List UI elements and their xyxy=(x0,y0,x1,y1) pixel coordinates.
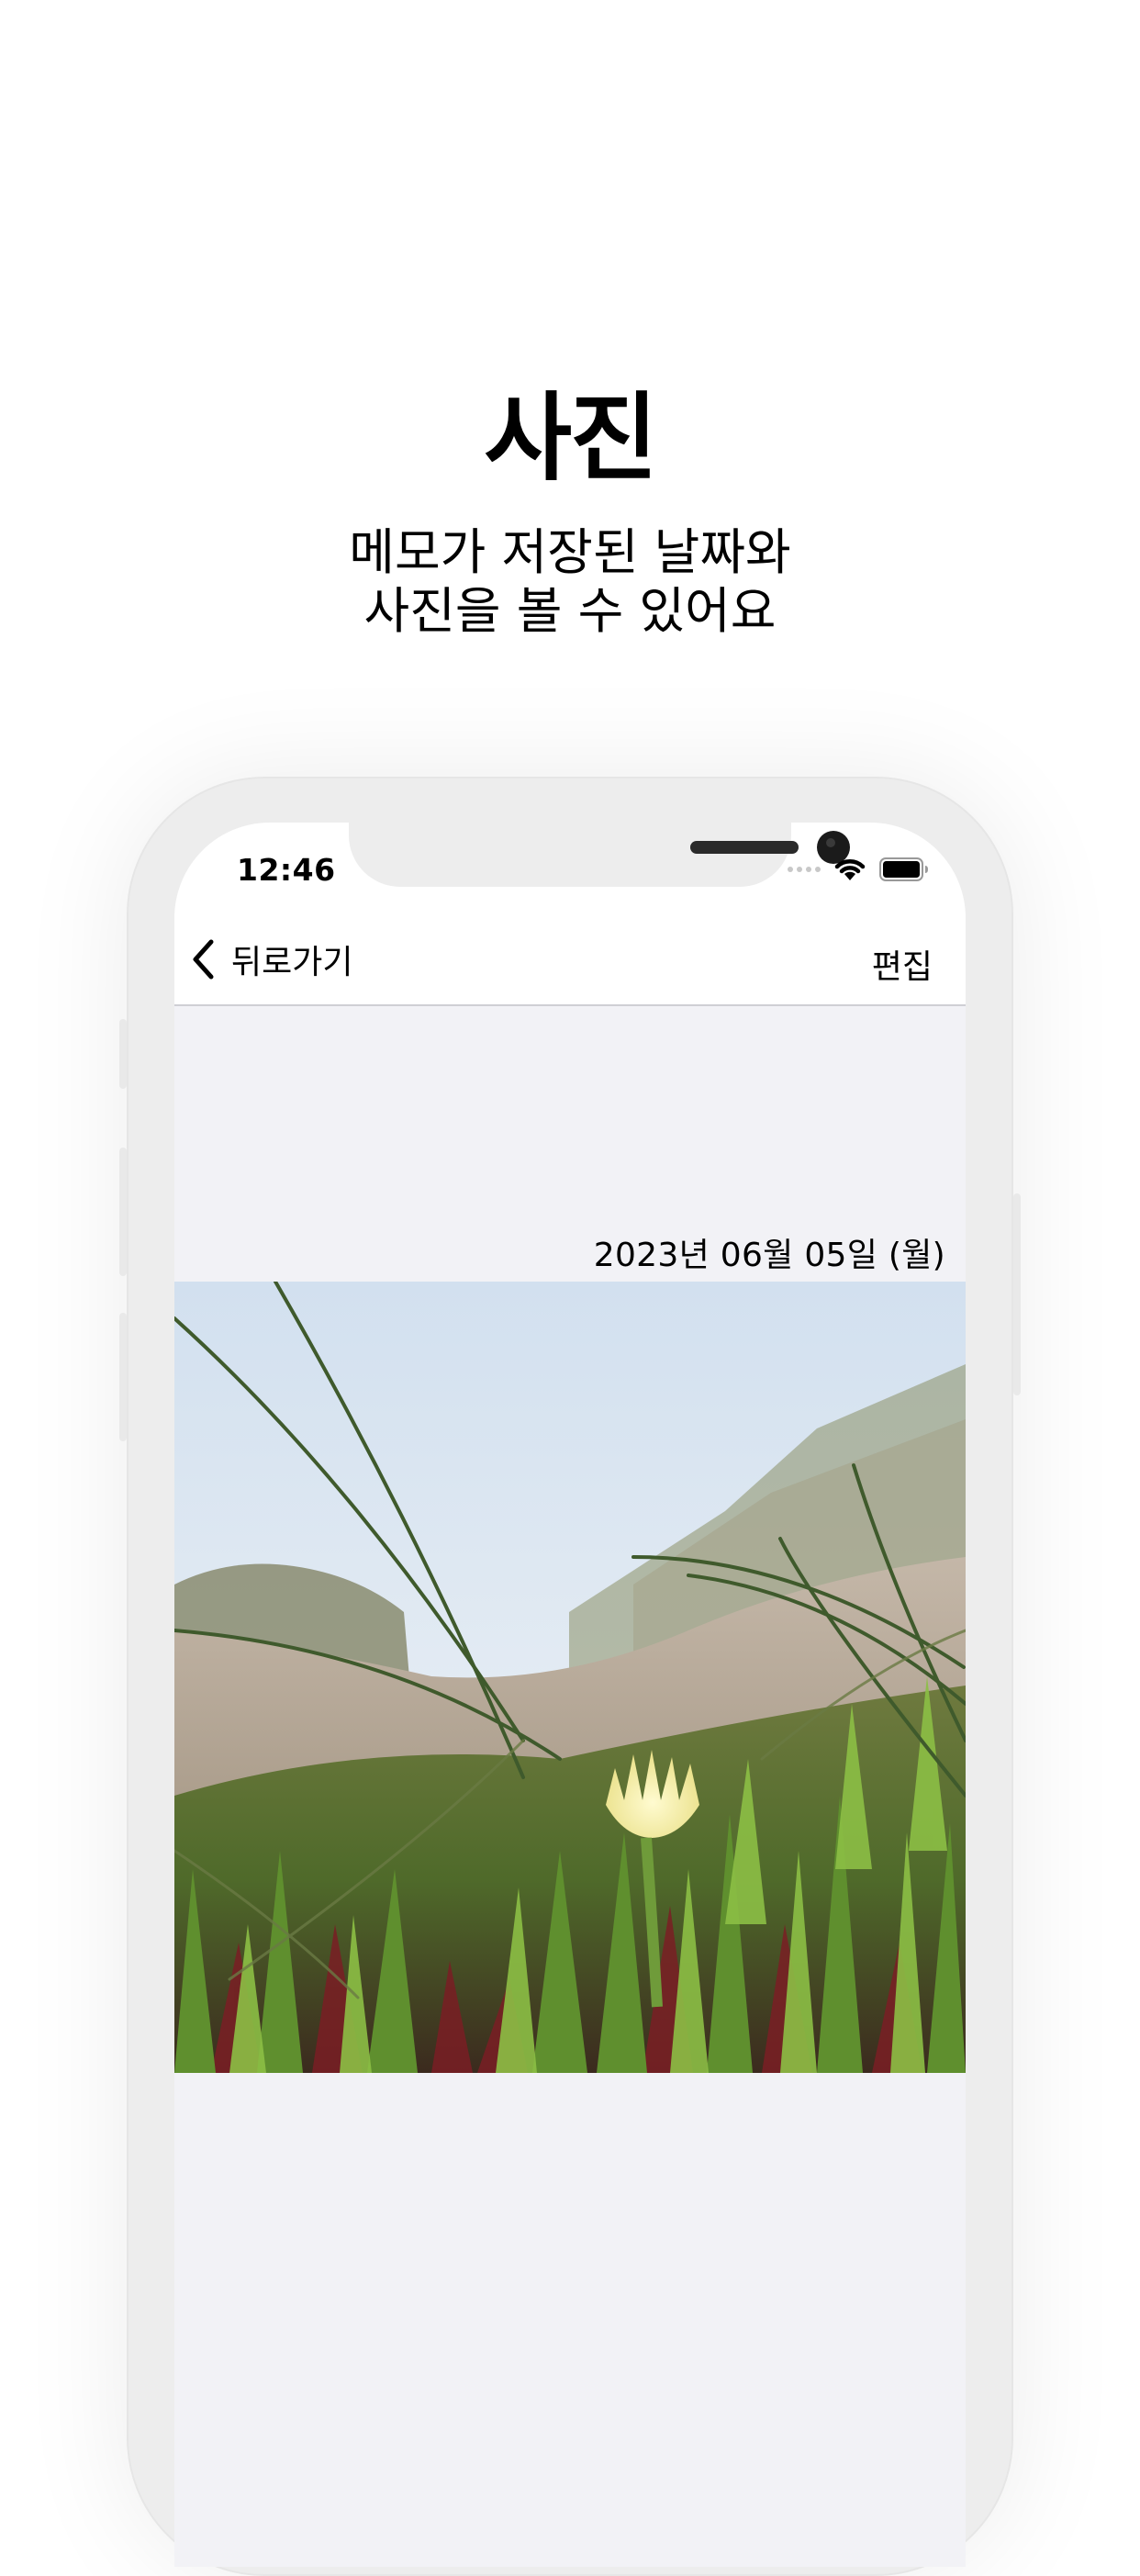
phone-power-button xyxy=(1013,1193,1021,1395)
promo-subtitle-line-1: 메모가 저장된 날짜와 xyxy=(349,523,791,581)
speaker-grille xyxy=(690,841,799,854)
memo-photo[interactable] xyxy=(174,1282,966,2073)
notch xyxy=(349,823,850,887)
memo-content: 2023년 06월 05일 (월) xyxy=(174,1006,966,2567)
status-icons xyxy=(788,856,929,883)
status-time: 12:46 xyxy=(237,852,336,888)
navigation-bar: 뒤로가기 편집 xyxy=(174,914,966,1006)
memo-date: 2023년 06월 05일 (월) xyxy=(593,1237,945,1274)
cellular-signal-icon xyxy=(788,867,821,872)
promo-subtitle: 메모가 저장된 날짜와 사진을 볼 수 있어요 xyxy=(0,523,1140,641)
phone-mute-switch xyxy=(119,1019,127,1089)
flower-photo-image xyxy=(174,1282,966,2073)
wifi-icon xyxy=(834,859,866,880)
chevron-left-icon xyxy=(193,939,214,980)
phone-volume-up xyxy=(119,1148,127,1276)
back-button[interactable]: 뒤로가기 xyxy=(191,936,352,982)
phone-volume-down xyxy=(119,1313,127,1441)
edit-button[interactable]: 편집 xyxy=(872,940,933,988)
promo-subtitle-line-2: 사진을 볼 수 있어요 xyxy=(363,582,777,640)
battery-icon xyxy=(879,857,928,881)
promo-title: 사진 xyxy=(484,382,657,494)
phone-screen: 12:46 뒤로가기 편집 2023년 06월 05일 (월) xyxy=(174,823,966,2567)
back-button-label: 뒤로가기 xyxy=(231,944,353,981)
